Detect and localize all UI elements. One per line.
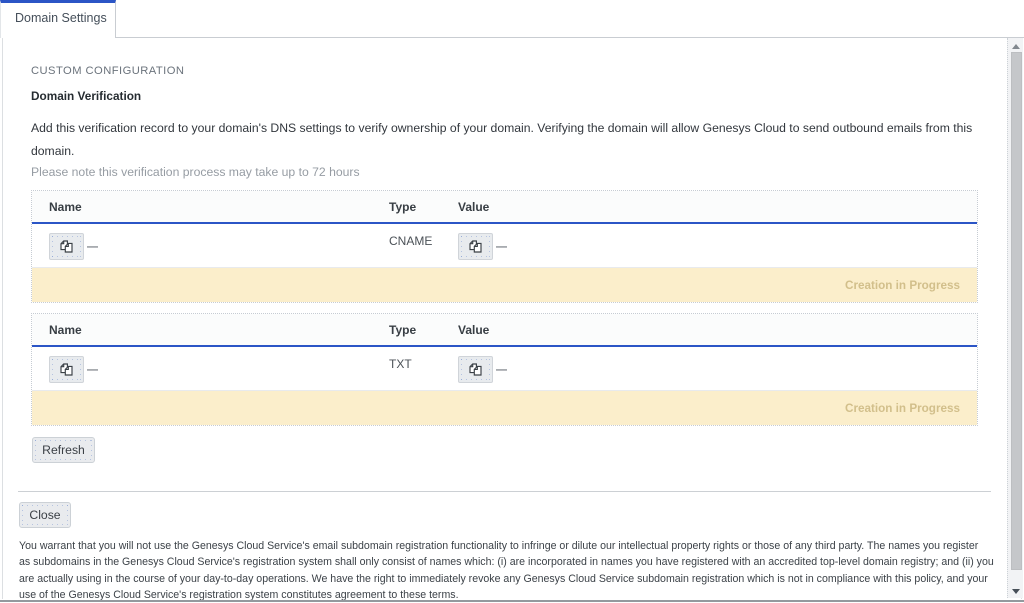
- table-row: — CNAME —: [32, 224, 977, 268]
- section-eyebrow: CUSTOM CONFIGURATION: [31, 65, 184, 77]
- column-header-name: Name: [32, 200, 372, 214]
- legal-line3: are actually using in the course of your…: [19, 571, 994, 587]
- status-row: Creation in Progress: [32, 268, 977, 302]
- dns-record-table-txt: Name Type Value — TXT: [31, 313, 978, 426]
- section-description: Add this verification record to your dom…: [31, 117, 972, 162]
- column-header-value: Value: [441, 200, 977, 214]
- column-header-type: Type: [372, 200, 441, 214]
- type-cell: TXT: [372, 357, 441, 371]
- section-description-line2: domain.: [31, 140, 972, 163]
- section-description-line1: Add this verification record to your dom…: [31, 117, 972, 140]
- copy-name-button[interactable]: [49, 356, 84, 383]
- column-header-value: Value: [441, 323, 977, 337]
- scrollbar-down-arrow-icon[interactable]: [1012, 589, 1020, 594]
- legal-text: You warrant that you will not use the Ge…: [19, 538, 994, 603]
- legal-line1: You warrant that you will not use the Ge…: [19, 538, 994, 554]
- table-row: — TXT —: [32, 347, 977, 391]
- name-cell: —: [32, 231, 372, 260]
- copy-icon: [469, 240, 482, 253]
- tab-domain-settings-label: Domain Settings: [15, 11, 107, 25]
- value-value: —: [496, 364, 507, 376]
- copy-icon: [469, 363, 482, 376]
- copy-icon: [60, 240, 73, 253]
- domain-settings-dialog: Domain Settings CUSTOM CONFIGURATION Dom…: [0, 0, 1024, 603]
- scrollbar-up-arrow-icon[interactable]: [1012, 44, 1020, 49]
- copy-icon: [60, 363, 73, 376]
- section-note: Please note this verification process ma…: [31, 165, 360, 179]
- panel-bottom-edge: [0, 600, 1024, 602]
- name-cell: —: [32, 354, 372, 383]
- divider: [18, 491, 991, 492]
- dns-record-table-cname: Name Type Value — CNAME: [31, 190, 978, 303]
- status-row: Creation in Progress: [32, 391, 977, 425]
- table-header-row: Name Type Value: [32, 314, 977, 347]
- tab-bar: Domain Settings: [0, 0, 1024, 38]
- table-header-row: Name Type Value: [32, 191, 977, 224]
- copy-value-button[interactable]: [458, 356, 493, 383]
- copy-name-button[interactable]: [49, 233, 84, 260]
- value-value: —: [496, 241, 507, 253]
- copy-value-button[interactable]: [458, 233, 493, 260]
- value-cell: —: [441, 231, 977, 260]
- status-text: Creation in Progress: [845, 279, 960, 292]
- vertical-scrollbar[interactable]: [1007, 38, 1023, 598]
- scrollbar-thumb[interactable]: [1011, 52, 1022, 570]
- legal-line2: as subdomains in the Genesys Cloud Servi…: [19, 554, 994, 570]
- column-header-name: Name: [32, 323, 372, 337]
- close-button[interactable]: Close: [19, 502, 71, 528]
- section-title: Domain Verification: [31, 89, 141, 103]
- column-header-type: Type: [372, 323, 441, 337]
- refresh-button[interactable]: Refresh: [32, 437, 95, 463]
- type-cell: CNAME: [372, 234, 441, 248]
- status-text: Creation in Progress: [845, 402, 960, 415]
- value-cell: —: [441, 354, 977, 383]
- name-value: —: [87, 364, 98, 376]
- tab-domain-settings[interactable]: Domain Settings: [0, 0, 116, 38]
- name-value: —: [87, 241, 98, 253]
